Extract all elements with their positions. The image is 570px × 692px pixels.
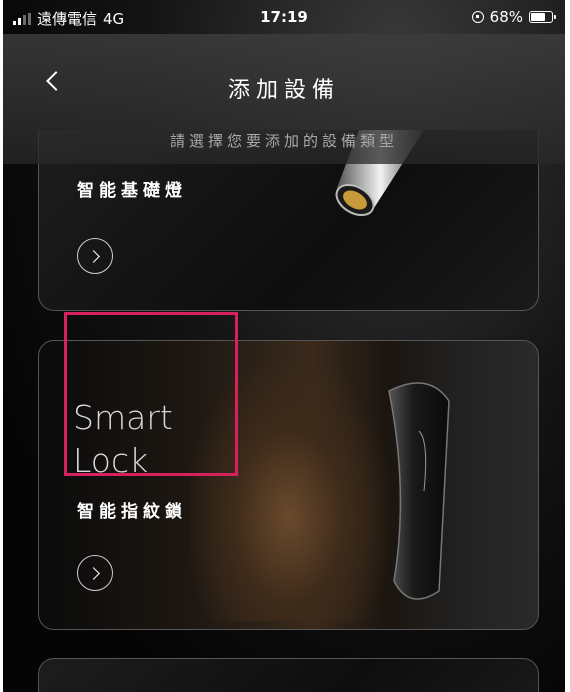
card-title-english: Smart Lock — [73, 398, 173, 480]
rotation-lock-icon — [471, 11, 484, 23]
page-title: 添加設備 — [227, 78, 340, 103]
card-title: 智能基礎燈 — [77, 181, 187, 201]
device-card-next[interactable] — [38, 658, 539, 692]
page-subtitle: 請選擇您要添加的設備類型 — [169, 132, 398, 150]
smart-lock-image — [388, 382, 450, 600]
open-smart-lock-button[interactable] — [77, 555, 113, 591]
status-bar: 遠傳電信 4G 17:19 68% — [3, 0, 565, 34]
header: 添加設備 請選擇您要添加的設備類型 — [3, 34, 565, 164]
open-basic-light-button[interactable] — [77, 238, 113, 274]
battery-icon — [529, 11, 556, 23]
device-card-smart-lock[interactable]: Smart Lock 智能指紋鎖 — [38, 340, 539, 630]
battery-percent: 68% — [489, 8, 523, 26]
chevron-right-icon — [87, 567, 100, 580]
card-title: 智能指紋鎖 — [77, 502, 187, 522]
chevron-right-icon — [87, 250, 100, 263]
status-right: 68% — [471, 8, 556, 26]
phone-screen: 遠傳電信 4G 17:19 68% 智能基礎燈 添加設備 請選擇您要添加的設備類… — [3, 0, 565, 692]
